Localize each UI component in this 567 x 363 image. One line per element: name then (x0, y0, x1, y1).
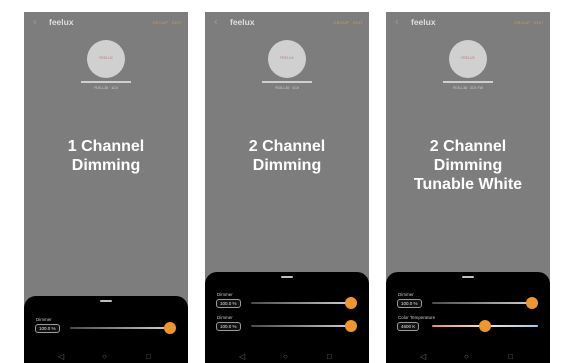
dimmer-1-label: Dimmer (217, 292, 233, 297)
dimmer-slider-knob[interactable] (526, 297, 538, 309)
back-triangle-icon[interactable]: ◁ (420, 353, 426, 361)
device-id: FDS-L36 · 2Ch TW (453, 86, 483, 90)
device-underline (81, 81, 131, 83)
edit-button[interactable]: EDIT (534, 20, 544, 25)
back-chevron-icon[interactable]: ‹ (214, 16, 218, 28)
group-button[interactable]: GROUP (152, 20, 168, 25)
dimmer-2-slider-knob[interactable] (345, 320, 357, 332)
dimmer-1-slider-knob[interactable] (345, 297, 357, 309)
device-image: FEELUX (449, 40, 487, 78)
home-circle-icon[interactable]: ○ (283, 353, 288, 361)
device-image: FEELUX (268, 40, 306, 78)
device-id: FDS-L36 · 1Ch (94, 86, 118, 90)
system-nav-bar: ◁ ○ □ (205, 351, 369, 363)
recents-square-icon[interactable]: □ (146, 353, 151, 361)
caption-line: Dimming (71, 157, 141, 174)
device-underline (262, 81, 312, 83)
dimmer-slider-track[interactable] (70, 327, 170, 329)
home-circle-icon[interactable]: ○ (102, 353, 107, 361)
sheet-handle[interactable] (462, 276, 474, 278)
home-circle-icon[interactable]: ○ (464, 353, 469, 361)
dimmer-2-value-field[interactable]: 100.0 % (216, 322, 241, 331)
back-triangle-icon[interactable]: ◁ (239, 353, 245, 361)
caption-line: Dimming (433, 157, 503, 174)
phone-screen-2ch: ‹ feelux GROUP EDIT FEELUX FDS-L36 · 2Ch… (205, 12, 369, 363)
recents-square-icon[interactable]: □ (327, 353, 332, 361)
app-title: feelux (49, 17, 74, 27)
device-id: FDS-L36 · 2Ch (275, 86, 299, 90)
dimmer-2-slider-track[interactable] (251, 325, 351, 327)
caption-line: 1 Channel (67, 138, 145, 155)
edit-button[interactable]: EDIT (172, 20, 182, 25)
dimmer-1-value-field[interactable]: 100.0 % (216, 299, 241, 308)
recents-square-icon[interactable]: □ (508, 353, 513, 361)
dimmer-label: Dimmer (398, 292, 414, 297)
device-brand-label: FEELUX (99, 56, 113, 60)
edit-button[interactable]: EDIT (353, 20, 363, 25)
top-bar: ‹ feelux GROUP EDIT (205, 12, 369, 34)
dimmer-slider-knob[interactable] (164, 322, 176, 334)
top-bar: ‹ feelux GROUP EDIT (386, 12, 550, 34)
color-temperature-label: Color Temperature (398, 315, 436, 320)
dimmer-1-slider-track[interactable] (251, 302, 351, 304)
dimmer-2-label: Dimmer (217, 315, 233, 320)
back-triangle-icon[interactable]: ◁ (58, 353, 64, 361)
caption-line: Tunable White (413, 176, 523, 193)
phone-screen-2ch-tw: ‹ feelux GROUP EDIT FEELUX FDS-L36 · 2Ch… (386, 12, 550, 363)
color-temperature-slider-knob[interactable] (479, 320, 491, 332)
dimmer-value-field[interactable]: 100.0 % (397, 299, 422, 308)
caption-line: 2 Channel (248, 138, 326, 155)
device-image: FEELUX (87, 40, 125, 78)
back-chevron-icon[interactable]: ‹ (395, 16, 399, 28)
sheet-handle[interactable] (100, 300, 112, 302)
caption: 2 Channel Dimming Tunable White (386, 137, 550, 194)
caption: 1 Channel Dimming (24, 137, 188, 175)
app-title: feelux (230, 17, 255, 27)
color-temperature-value-field[interactable]: 4600 K (397, 322, 420, 331)
dimmer-label: Dimmer (36, 317, 52, 322)
device-underline (443, 81, 493, 83)
sheet-handle[interactable] (281, 276, 293, 278)
system-nav-bar: ◁ ○ □ (386, 351, 550, 363)
phone-screen-1ch: ‹ feelux GROUP EDIT FEELUX FDS-L36 · 1Ch… (24, 12, 188, 363)
device-brand-label: FEELUX (280, 56, 294, 60)
back-chevron-icon[interactable]: ‹ (33, 16, 37, 28)
control-sheet: Dimmer 100.0 % Color Temperature 4600 K (386, 272, 550, 363)
caption: 2 Channel Dimming (205, 137, 369, 175)
control-sheet: Dimmer 100.0 % Dimmer 100.0 % (205, 272, 369, 363)
device-brand-label: FEELUX (461, 56, 475, 60)
group-button[interactable]: GROUP (514, 20, 530, 25)
app-title: feelux (411, 17, 436, 27)
caption-line: Dimming (252, 157, 322, 174)
top-bar: ‹ feelux GROUP EDIT (24, 12, 188, 34)
system-nav-bar: ◁ ○ □ (24, 351, 188, 363)
group-button[interactable]: GROUP (333, 20, 349, 25)
caption-line: 2 Channel (429, 138, 507, 155)
dimmer-value-field[interactable]: 100.0 % (35, 324, 60, 333)
dimmer-slider-track[interactable] (432, 302, 532, 304)
